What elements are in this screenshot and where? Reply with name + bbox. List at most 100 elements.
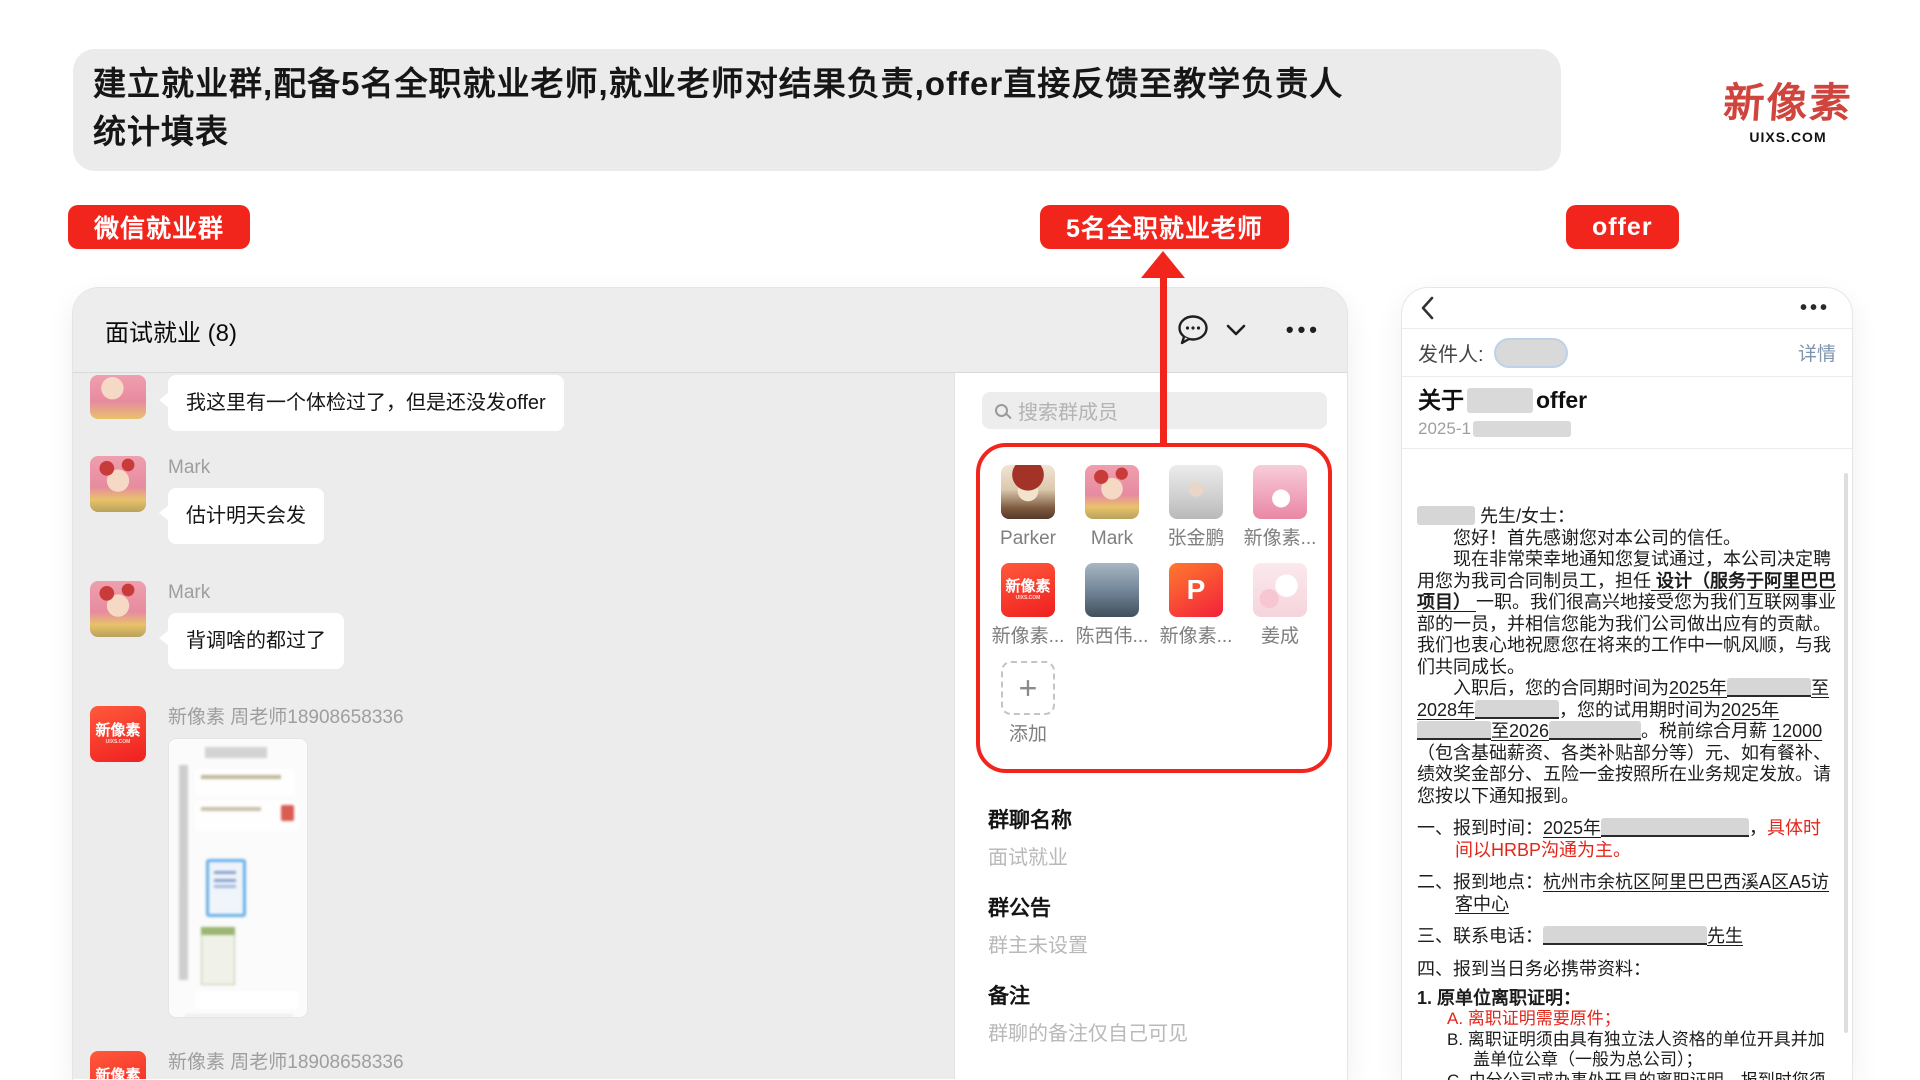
avatar-mark[interactable] <box>1085 465 1139 519</box>
member-item[interactable]: 新像素UIXS.COM新像素... <box>1001 563 1055 647</box>
offer-text-segment: 。税前综合月薪 <box>1641 721 1772 741</box>
brand-logo: 新像素 UIXS.COM <box>1712 80 1864 145</box>
attachment-blur-content <box>169 739 307 1017</box>
chat-message: 新像素UIXS.COM 新像素 周老师18908658336 <box>73 706 954 1018</box>
annotation-arrow-head <box>1141 251 1185 278</box>
message-bubble: 估计明天会发 <box>168 488 324 544</box>
headline-banner: 建立就业群,配备5名全职就业老师,就业老师对结果负责,offer直接反馈至教学负… <box>73 49 1561 171</box>
member-item[interactable]: Mark <box>1085 465 1139 549</box>
avatar-logo-text: 新像素 <box>95 1068 140 1080</box>
chevron-down-icon[interactable] <box>1226 323 1246 337</box>
message-sender-name: 新像素 周老师18908658336 <box>168 706 404 730</box>
group-section-title: 群聊名称 <box>988 808 1188 834</box>
member-item[interactable]: P新像素... <box>1169 563 1223 647</box>
offer-paragraph: 现在非常荣幸地通知您复试通过，本公司决定聘用您为我司合同制员工，担任 设计（服务… <box>1417 549 1837 678</box>
offer-paragraph: 您好！首先感谢您对本公司的信任。 <box>1417 528 1837 550</box>
chat-bubble-icon[interactable] <box>1176 314 1212 346</box>
offer-text-segment: 2025年 <box>1721 700 1779 720</box>
group-section-value[interactable]: 群聊的备注仅自己可见 <box>988 1022 1188 1047</box>
offer-letter-body: 先生/女士： 您好！首先感谢您对本公司的信任。 现在非常荣幸地通知您复试通过，本… <box>1402 449 1852 1080</box>
date-prefix: 2025-1 <box>1418 419 1471 438</box>
wechat-group-window: 面试就业 (8) ••• 我这里有一个体检过了，但是还没发offerMark估计… <box>73 288 1347 1080</box>
offer-paragraph: 1. 原单位离职证明： <box>1417 988 1837 1009</box>
search-icon <box>995 404 1008 417</box>
offer-date: 2025-1 <box>1418 419 1836 438</box>
avatar-xxs[interactable]: 新像素UIXS.COM <box>90 706 146 762</box>
member-name: Parker <box>991 528 1065 549</box>
details-link[interactable]: 详情 <box>1798 339 1836 366</box>
offer-paragraph: 入职后，您的合同期时间为2025年至2028年，您的试用期时间为2025年至20… <box>1417 678 1837 807</box>
sender-label: 发件人: <box>1418 338 1484 367</box>
offer-text-segment: 2025年 <box>1543 818 1601 838</box>
back-chevron-icon[interactable] <box>1420 296 1435 320</box>
offer-text-segment: 入职后，您的合同期时间为 <box>1417 678 1669 698</box>
subject-redacted-block <box>1467 388 1533 413</box>
headline-text: 建立就业群,配备5名全职就业老师,就业老师对结果负责,offer直接反馈至教学负… <box>93 60 1368 156</box>
offer-paragraph: 三、联系电话：先生 <box>1417 926 1837 948</box>
avatar-jiang[interactable] <box>1253 563 1307 617</box>
chat-message: Mark背调啥的都过了 <box>73 581 954 669</box>
avatar-cropped[interactable] <box>90 375 146 419</box>
redacted-block <box>1727 678 1811 697</box>
redacted-block <box>1601 818 1749 837</box>
scrollbar[interactable] <box>1844 473 1848 1033</box>
avatar-chen[interactable] <box>1085 563 1139 617</box>
avatar-pixso[interactable]: P <box>1169 563 1223 617</box>
offer-text-segment: 四、报到当日务必携带资料： <box>1417 959 1651 979</box>
offer-more-icon[interactable]: ••• <box>1800 297 1830 320</box>
avatar-cake[interactable] <box>1253 465 1307 519</box>
offer-sender-row: 发件人: 详情 <box>1402 329 1852 377</box>
offer-subject-block: 关于 offer 2025-1 <box>1402 377 1852 449</box>
chat-message: 我这里有一个体检过了，但是还没发offer <box>73 375 954 431</box>
add-member-tile[interactable]: +添加 <box>1001 661 1055 745</box>
plus-icon: + <box>1001 661 1055 715</box>
offer-email-window: ••• 发件人: 详情 关于 offer 2025-1 先生/女士： 您好！首先… <box>1402 288 1852 1080</box>
offer-paragraph: 一、报到时间：2025年，具体时间以HRBP沟通为主。 <box>1417 818 1837 861</box>
offer-text-segment: 一、报到时间： <box>1417 818 1543 838</box>
add-member-label: 添加 <box>991 724 1065 745</box>
message-bubble: 我这里有一个体检过了，但是还没发offer <box>168 375 564 431</box>
member-name: 陈西伟... <box>1075 626 1149 647</box>
member-item[interactable]: 姜成 <box>1253 563 1307 647</box>
redacted-block <box>1549 721 1641 740</box>
offer-text-segment: 三、联系电话： <box>1417 926 1543 946</box>
chat-body: 我这里有一个体检过了，但是还没发offer Mark 估计明天会发 Mark背调啥的都… <box>73 373 1347 1079</box>
member-name: 新像素... <box>991 626 1065 647</box>
search-members-input[interactable]: 搜索群成员 <box>982 392 1327 429</box>
avatar-xxs[interactable]: 新像素UIXS.COM <box>1001 563 1055 617</box>
member-name: 张金鹏 <box>1159 528 1233 549</box>
avatar-xxs[interactable]: 新像素UIXS.COM <box>90 1051 146 1079</box>
redacted-block <box>1417 721 1491 740</box>
avatar-mark[interactable] <box>90 581 146 637</box>
offer-text-segment: B. 离职证明须由具有独立法人资格的单位开具并加盖单位公章（一般为总公司）； <box>1447 1030 1825 1070</box>
member-name: 姜成 <box>1243 626 1317 647</box>
avatar-baby[interactable] <box>1169 465 1223 519</box>
member-item[interactable]: 陈西伟... <box>1085 563 1139 647</box>
page: 建立就业群,配备5名全职就业老师,就业老师对结果负责,offer直接反馈至教学负… <box>0 0 1920 1080</box>
member-item[interactable]: Parker <box>1001 465 1055 549</box>
offer-paragraph: C. 由分公司或办事处开具的离职证明，报到时您须同时提交与分公司或办事处签订的劳… <box>1417 1071 1837 1080</box>
badge-wechat-group: 微信就业群 <box>68 205 250 249</box>
member-item[interactable]: 新像素... <box>1253 465 1307 549</box>
offer-paragraph: B. 离职证明须由具有独立法人资格的单位开具并加盖单位公章（一般为总公司）； <box>1417 1030 1837 1071</box>
more-ellipsis-icon[interactable]: ••• <box>1286 317 1321 343</box>
offer-text-segment: 先生/女士： <box>1475 506 1575 526</box>
avatar-parker[interactable] <box>1001 465 1055 519</box>
date-redacted-block <box>1473 421 1571 437</box>
offer-text-segment: 2025年 <box>1669 678 1727 698</box>
avatar-mark[interactable] <box>90 456 146 512</box>
member-name: 新像素... <box>1243 528 1317 549</box>
member-name: 新像素... <box>1159 626 1233 647</box>
offer-paragraph: 二、报到地点：杭州市余杭区阿里巴巴西溪A区A5访客中心 <box>1417 872 1837 915</box>
group-section-value[interactable]: 群主未设置 <box>988 934 1188 959</box>
member-item[interactable]: 张金鹏 <box>1169 465 1223 549</box>
attachment-image[interactable] <box>168 738 308 1018</box>
offer-paragraph: A. 离职证明需要原件； <box>1417 1009 1837 1030</box>
avatar-logo-text: 新像素 <box>95 723 140 739</box>
offer-text-segment: ， <box>1749 818 1767 838</box>
search-placeholder: 搜索群成员 <box>1018 396 1118 425</box>
message-sender-name: Mark <box>168 456 324 480</box>
offer-text-segment: 您好！首先感谢您对本公司的信任。 <box>1417 528 1741 548</box>
group-detail-panel: 搜索群成员 ParkerMark张金鹏新像素...新像素UIXS.COM新像素.… <box>955 373 1346 1079</box>
group-section-value[interactable]: 面试就业 <box>988 846 1188 871</box>
